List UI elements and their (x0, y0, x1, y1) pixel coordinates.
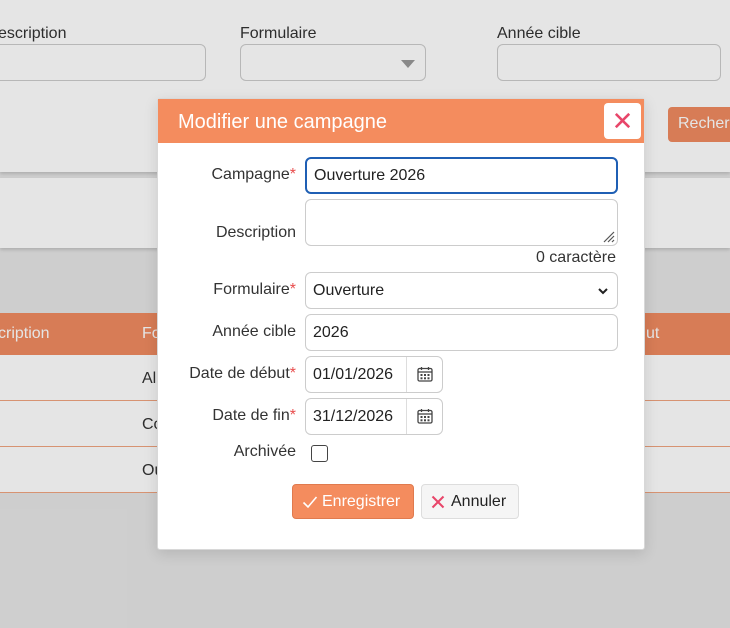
formulaire-label-text: Formulaire (213, 281, 290, 298)
chevron-down-icon (598, 288, 608, 295)
campagne-label-text: Campagne (211, 166, 290, 183)
save-button[interactable]: Enregistrer (292, 484, 414, 519)
date-debut-label: Date de début* (189, 365, 296, 383)
formulaire-select[interactable]: Ouverture (305, 272, 618, 309)
date-debut-input[interactable]: 01/01/2026 (305, 356, 443, 393)
dialog-header: Modifier une campagne ✕ (158, 99, 644, 143)
formulaire-selected-value: Ouverture (313, 282, 385, 299)
cancel-button[interactable]: Annuler (421, 484, 519, 519)
date-fin-value: 31/12/2026 (313, 408, 394, 425)
required-marker: * (289, 407, 296, 424)
description-label: Description (215, 224, 296, 241)
close-button[interactable]: ✕ (604, 103, 641, 139)
date-fin-label: Date de fin* (212, 407, 296, 425)
check-icon (302, 496, 318, 509)
annee-label: Année cible (212, 323, 296, 340)
archivee-label: Archivée (233, 443, 296, 460)
edit-campaign-dialog: Modifier une campagne ✕ Campagne* Descri… (157, 98, 645, 550)
cancel-button-label: Annuler (451, 493, 507, 510)
required-marker: * (289, 166, 296, 183)
date-debut-calendar-button[interactable] (406, 357, 442, 392)
formulaire-label: Formulaire* (213, 281, 296, 299)
annee-input[interactable] (305, 314, 618, 351)
calendar-icon (417, 409, 433, 424)
calendar-icon (417, 367, 433, 382)
save-button-label: Enregistrer (322, 493, 401, 510)
required-marker: * (289, 281, 296, 298)
campagne-input[interactable] (305, 157, 618, 194)
date-debut-label-text: Date de début (189, 365, 290, 382)
archivee-checkbox[interactable] (311, 445, 328, 462)
x-icon (431, 495, 445, 509)
campagne-label: Campagne* (211, 166, 296, 184)
description-textarea[interactable] (305, 199, 618, 246)
required-marker: * (289, 365, 296, 382)
date-debut-value: 01/01/2026 (313, 366, 394, 383)
dialog-title: Modifier une campagne (178, 111, 388, 133)
resize-handle-icon[interactable] (601, 229, 615, 243)
close-icon: ✕ (611, 106, 634, 136)
date-fin-label-text: Date de fin (212, 407, 290, 424)
character-counter: 0 caractère (535, 249, 616, 266)
date-fin-input[interactable]: 31/12/2026 (305, 398, 443, 435)
date-fin-calendar-button[interactable] (406, 399, 442, 434)
